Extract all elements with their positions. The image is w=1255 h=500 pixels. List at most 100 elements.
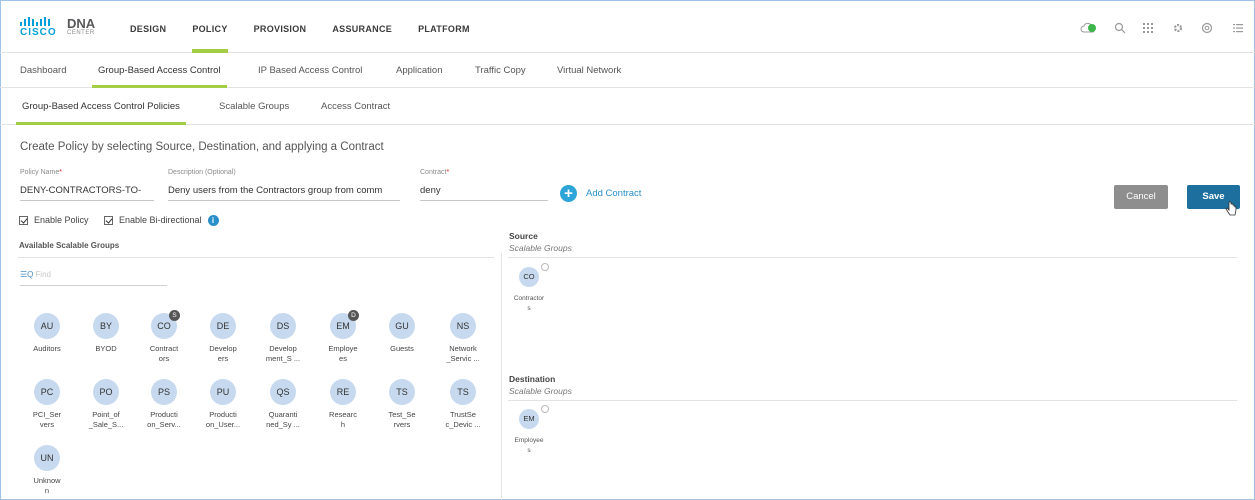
group-avatar: PC	[34, 379, 60, 405]
subnav-dashboard[interactable]: Dashboard	[20, 54, 66, 88]
group-name: Producti on_Serv...	[147, 410, 181, 429]
scalable-group-item[interactable]: UN Unknow n	[17, 445, 77, 496]
add-contract-label: Add Contract	[586, 187, 642, 199]
source-subtitle: Scalable Groups	[509, 243, 572, 253]
group-name: Develop ers	[209, 344, 237, 363]
group-avatar: EM	[519, 405, 549, 429]
product-subtitle: CENTER	[67, 30, 95, 36]
subnav-virtual-network[interactable]: Virtual Network	[557, 54, 621, 88]
group-avatar: TS	[389, 379, 415, 405]
nav-design[interactable]: DESIGN	[130, 0, 166, 53]
source-group-chip[interactable]: CO Contractor s	[508, 263, 550, 314]
scalable-group-item[interactable]: PU Producti on_User...	[193, 379, 253, 430]
subnav-application[interactable]: Application	[396, 54, 442, 88]
group-name: Employe es	[328, 344, 358, 363]
main-nav: DESIGN POLICY PROVISION ASSURANCE PLATFO…	[130, 0, 496, 53]
cloud-status-icon[interactable]	[1080, 22, 1098, 36]
subnav-traffic-copy[interactable]: Traffic Copy	[475, 54, 526, 88]
subnav-ip-based-access-control[interactable]: IP Based Access Control	[258, 54, 362, 88]
menu-list-icon[interactable]	[1233, 22, 1243, 36]
scalable-group-item[interactable]: DE Develop ers	[193, 313, 253, 364]
group-avatar: RE	[330, 379, 356, 405]
scalable-group-item[interactable]: RE Researc h	[313, 379, 373, 430]
nav-assurance[interactable]: ASSURANCE	[332, 0, 392, 53]
group-name: Auditors	[33, 344, 61, 353]
tab-access-contract[interactable]: Access Contract	[321, 89, 390, 125]
scalable-group-item[interactable]: GU Guests	[372, 313, 432, 354]
subnav-group-based-access-control[interactable]: Group-Based Access Control	[92, 54, 227, 88]
scalable-group-item[interactable]: DS Develop ment_S ...	[253, 313, 313, 364]
group-name: Contractor s	[513, 295, 545, 312]
group-name: Develop ment_S ...	[265, 344, 301, 363]
scalable-group-item[interactable]: BY BYOD	[76, 313, 136, 354]
group-name: Guests	[390, 344, 414, 353]
description-label: Description (Optional)	[168, 169, 236, 176]
group-avatar: PO	[93, 379, 119, 405]
available-groups-title: Available Scalable Groups	[19, 241, 120, 250]
policy-name-field[interactable]: DENY-CONTRACTORS-TO-	[20, 181, 154, 201]
group-avatar: PS	[151, 379, 177, 405]
destination-subtitle: Scalable Groups	[509, 386, 572, 396]
group-name: Employee s	[514, 437, 544, 454]
group-avatar: CO S	[151, 310, 180, 339]
cisco-wordmark: CISCO	[20, 27, 57, 38]
gear-icon[interactable]	[1172, 22, 1184, 36]
destination-group-chip[interactable]: EM Employee s	[508, 405, 550, 456]
contract-field[interactable]: deny	[420, 181, 548, 201]
group-name: Point_of _Sale_S...	[88, 410, 124, 429]
role-badge: S	[169, 310, 180, 321]
remove-icon[interactable]	[541, 405, 549, 413]
scalable-group-item[interactable]: PC PCI_Ser vers	[17, 379, 77, 430]
group-name: Test_Se rvers	[388, 410, 416, 429]
group-name: Quaranti ned_Sy ...	[266, 410, 300, 429]
group-avatar: AU	[34, 313, 60, 339]
enable-policy-checkbox[interactable]: Enable Policy	[19, 213, 89, 227]
scalable-group-item[interactable]: PO Point_of _Sale_S...	[76, 379, 136, 430]
cancel-button[interactable]: Cancel	[1114, 185, 1168, 209]
description-field[interactable]: Deny users from the Contractors group fr…	[168, 181, 400, 201]
scalable-group-item[interactable]: NS Network _Servic ...	[433, 313, 493, 364]
group-avatar: GU	[389, 313, 415, 339]
group-avatar: TS	[450, 379, 476, 405]
group-avatar: PU	[210, 379, 236, 405]
search-icon[interactable]	[1114, 22, 1126, 36]
scalable-group-item[interactable]: TS TrustSe c_Devic ...	[433, 379, 493, 430]
page-heading: Create Policy by selecting Source, Desti…	[20, 141, 384, 153]
checkbox-checked-icon	[19, 215, 28, 225]
enable-bidirectional-checkbox[interactable]: Enable Bi-directional i	[104, 213, 219, 227]
tab-gbac-policies[interactable]: Group-Based Access Control Policies	[16, 89, 186, 125]
nav-provision[interactable]: PROVISION	[254, 0, 307, 53]
hand-cursor-icon	[1225, 201, 1237, 222]
info-icon[interactable]: i	[207, 214, 219, 226]
source-title: Source	[509, 231, 538, 241]
nav-policy[interactable]: POLICY	[192, 0, 228, 53]
help-icon[interactable]	[1201, 22, 1213, 36]
tab-scalable-groups[interactable]: Scalable Groups	[219, 89, 289, 125]
remove-icon[interactable]	[541, 263, 549, 271]
checkbox-checked-icon	[104, 215, 113, 225]
divider	[508, 257, 1237, 258]
scalable-group-item[interactable]: PS Producti on_Serv...	[134, 379, 194, 430]
panel-divider	[501, 253, 502, 500]
scalable-group-item[interactable]: EM D Employe es	[313, 310, 373, 364]
group-name: Producti on_User...	[205, 410, 241, 429]
scalable-group-item[interactable]: AU Auditors	[17, 313, 77, 354]
apps-grid-icon[interactable]	[1142, 22, 1154, 36]
group-avatar: DS	[270, 313, 296, 339]
role-badge: D	[348, 310, 359, 321]
plus-icon: +	[560, 184, 577, 202]
find-input[interactable]: ☰Q Find	[20, 268, 167, 286]
group-name: TrustSe c_Devic ...	[445, 410, 481, 429]
enable-bidirectional-label: Enable Bi-directional	[119, 215, 202, 225]
nav-platform[interactable]: PLATFORM	[418, 0, 470, 53]
group-avatar: QS	[270, 379, 296, 405]
enable-policy-label: Enable Policy	[34, 215, 89, 225]
scalable-group-item[interactable]: QS Quaranti ned_Sy ...	[253, 379, 313, 430]
scalable-group-item[interactable]: TS Test_Se rvers	[372, 379, 432, 430]
group-avatar: EM D	[330, 310, 359, 339]
group-name: Unknow n	[33, 476, 61, 495]
scalable-group-item[interactable]: CO S Contract ors	[134, 310, 194, 364]
group-avatar: DE	[210, 313, 236, 339]
group-avatar: UN	[34, 445, 60, 471]
add-contract-button[interactable]: + Add Contract	[560, 184, 641, 202]
